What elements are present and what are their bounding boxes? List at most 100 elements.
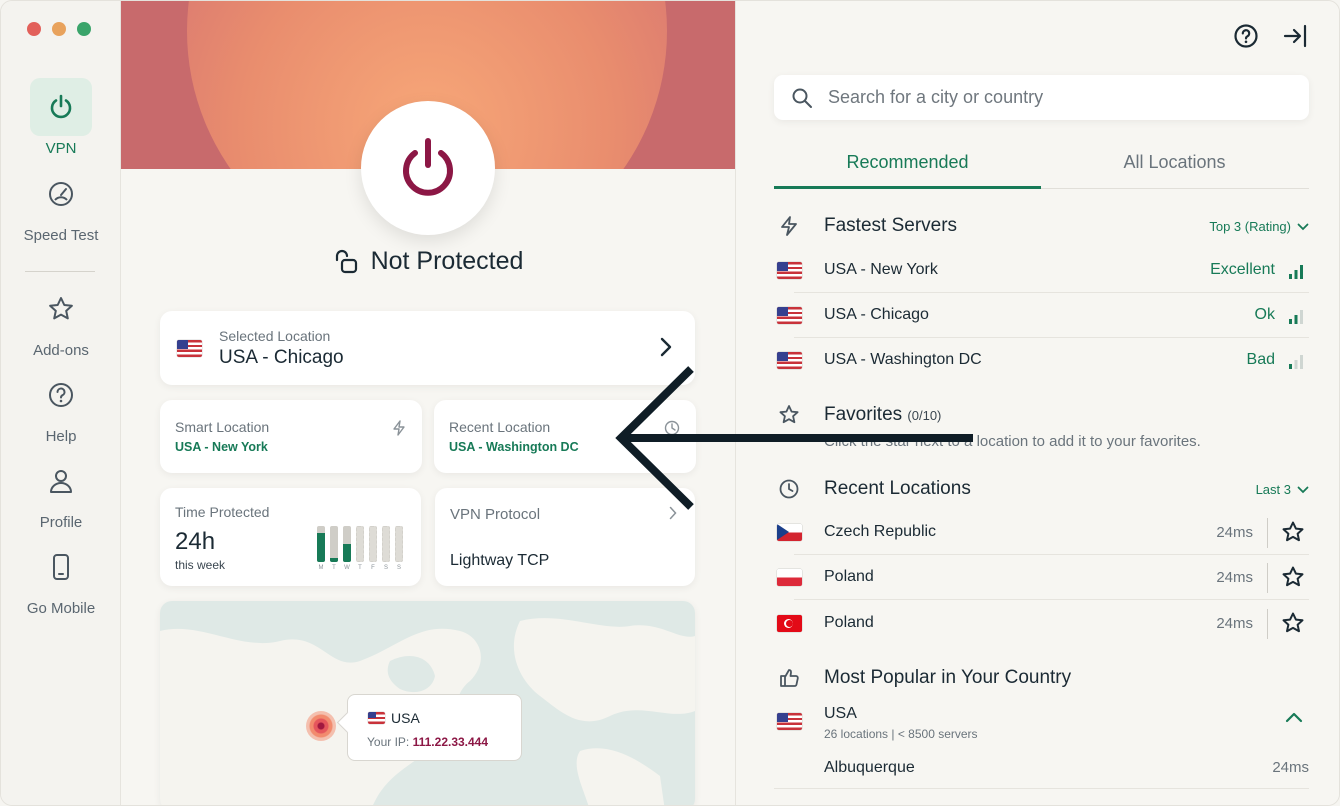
popular-country-row[interactable]: USA 26 locations | < 8500 servers xyxy=(774,701,1309,746)
top-actions xyxy=(1233,23,1309,49)
recent-location-row[interactable]: Czech Republic 24ms xyxy=(774,510,1309,555)
server-quality: Bad xyxy=(1246,351,1275,368)
power-icon xyxy=(30,78,92,136)
connection-status: Not Protected xyxy=(121,247,735,276)
sidebar-item-go-mobile[interactable]: Go Mobile xyxy=(1,538,121,617)
usa-flag-icon xyxy=(777,262,802,279)
status-text: Not Protected xyxy=(370,247,524,275)
recent-location-row[interactable]: Poland 24ms xyxy=(774,601,1309,646)
filter-label: Top 3 (Rating) xyxy=(1209,219,1291,234)
sidebar-item-profile[interactable]: Profile xyxy=(1,452,121,531)
day-label: F xyxy=(371,565,375,571)
server-row[interactable]: USA - New York Excellent xyxy=(774,248,1309,293)
day-bar: W xyxy=(343,526,351,571)
sidebar-item-add-ons[interactable]: Add-ons xyxy=(1,280,121,359)
city-row[interactable]: Albuquerque 24ms xyxy=(774,749,1309,789)
lightning-icon xyxy=(393,420,405,436)
day-label: S xyxy=(396,565,401,571)
vertical-divider xyxy=(1267,563,1268,593)
ip-country: USA xyxy=(391,710,420,726)
vertical-divider xyxy=(1267,609,1268,639)
search-icon xyxy=(792,88,812,108)
app-window: VPN Speed Test Add-ons Help Profile Go M… xyxy=(0,0,1340,806)
bar-track xyxy=(395,526,403,562)
selected-location-value: USA - Chicago xyxy=(219,347,344,368)
day-label: T xyxy=(358,565,362,571)
row-divider xyxy=(794,599,1309,600)
sidebar-item-label: Go Mobile xyxy=(26,600,96,617)
latency: 24ms xyxy=(1272,759,1309,776)
server-name: USA - Chicago xyxy=(824,306,929,323)
collapse-panel-icon[interactable] xyxy=(1283,23,1309,49)
location-map[interactable]: USA Your IP: 111.22.33.444 xyxy=(160,601,695,805)
bar-track xyxy=(369,526,377,562)
favorite-star-icon[interactable] xyxy=(1281,611,1305,635)
turkey-flag-icon xyxy=(777,615,802,632)
ip-label: Your IP: xyxy=(367,735,410,749)
location-name: Poland xyxy=(824,614,874,631)
close-window-button[interactable] xyxy=(27,22,41,36)
time-protected-label: Time Protected xyxy=(175,504,270,520)
smart-location-value: USA - New York xyxy=(175,440,268,454)
window-controls xyxy=(27,22,91,36)
favorite-star-icon[interactable] xyxy=(1281,565,1305,589)
server-row[interactable]: USA - Chicago Ok xyxy=(774,293,1309,338)
vpn-protocol-value: Lightway TCP xyxy=(450,552,550,569)
usa-flag-icon xyxy=(777,307,802,324)
favorite-star-icon[interactable] xyxy=(1281,520,1305,544)
location-pin-icon xyxy=(306,711,336,741)
day-label: T xyxy=(332,565,336,571)
search-input[interactable] xyxy=(828,83,1288,112)
mobile-icon xyxy=(30,538,92,596)
minimize-window-button[interactable] xyxy=(52,22,66,36)
section-title: Most Popular in Your Country xyxy=(824,667,1072,688)
zoom-window-button[interactable] xyxy=(77,22,91,36)
recent-location-value: USA - Washington DC xyxy=(449,440,579,454)
chevron-up-icon[interactable] xyxy=(1285,711,1303,723)
location-tabs: Recommended All Locations xyxy=(774,141,1309,189)
bar-fill xyxy=(330,558,338,562)
city-name: Albuquerque xyxy=(824,759,915,776)
connect-power-button[interactable] xyxy=(361,101,495,235)
sidebar-item-help[interactable]: Help xyxy=(1,366,121,445)
sidebar-item-label: Speed Test xyxy=(23,227,99,244)
weekly-bars: M T W T F S S xyxy=(317,526,403,571)
bar-track xyxy=(317,526,325,562)
time-protected-card[interactable]: Time Protected 24h this week M T W T F S… xyxy=(160,488,421,586)
sidebar-item-speed-test[interactable]: Speed Test xyxy=(1,165,121,244)
bar-track xyxy=(330,526,338,562)
smart-location-card[interactable]: Smart Location USA - New York xyxy=(160,400,422,473)
day-label: S xyxy=(383,565,388,571)
chevron-down-icon xyxy=(1297,223,1309,230)
chevron-down-icon xyxy=(1297,486,1309,493)
sidebar-item-label: Profile xyxy=(39,514,83,531)
latency: 24ms xyxy=(1216,524,1253,541)
day-bar: T xyxy=(356,526,364,571)
help-icon[interactable] xyxy=(1233,23,1259,49)
latency: 24ms xyxy=(1216,615,1253,632)
location-name: Poland xyxy=(824,568,874,585)
usa-flag-icon xyxy=(368,712,385,724)
sidebar-item-label: VPN xyxy=(45,140,77,157)
time-protected-sub: this week xyxy=(175,558,226,572)
recent-filter-dropdown[interactable]: Last 3 xyxy=(1256,482,1309,497)
ip-value: 111.22.33.444 xyxy=(412,735,489,749)
latency: 24ms xyxy=(1216,569,1253,586)
bar-track xyxy=(343,526,351,562)
ip-tooltip: USA Your IP: 111.22.33.444 xyxy=(347,694,522,761)
recent-location-row[interactable]: Poland 24ms xyxy=(774,555,1309,600)
poland-flag-icon xyxy=(777,569,802,586)
user-icon xyxy=(30,452,92,510)
star-icon xyxy=(30,280,92,338)
tab-all-locations[interactable]: All Locations xyxy=(1041,141,1308,189)
sidebar-item-vpn[interactable]: VPN xyxy=(1,78,121,157)
time-protected-value: 24h xyxy=(175,528,216,555)
fastest-filter-dropdown[interactable]: Top 3 (Rating) xyxy=(1209,219,1309,234)
day-label: M xyxy=(318,565,324,571)
location-search[interactable] xyxy=(774,75,1309,120)
signal-icon xyxy=(1289,265,1303,279)
server-quality: Ok xyxy=(1254,306,1275,323)
tab-recommended[interactable]: Recommended xyxy=(774,141,1041,189)
sidebar-item-label: Help xyxy=(45,428,77,445)
sidebar-divider xyxy=(25,271,95,272)
